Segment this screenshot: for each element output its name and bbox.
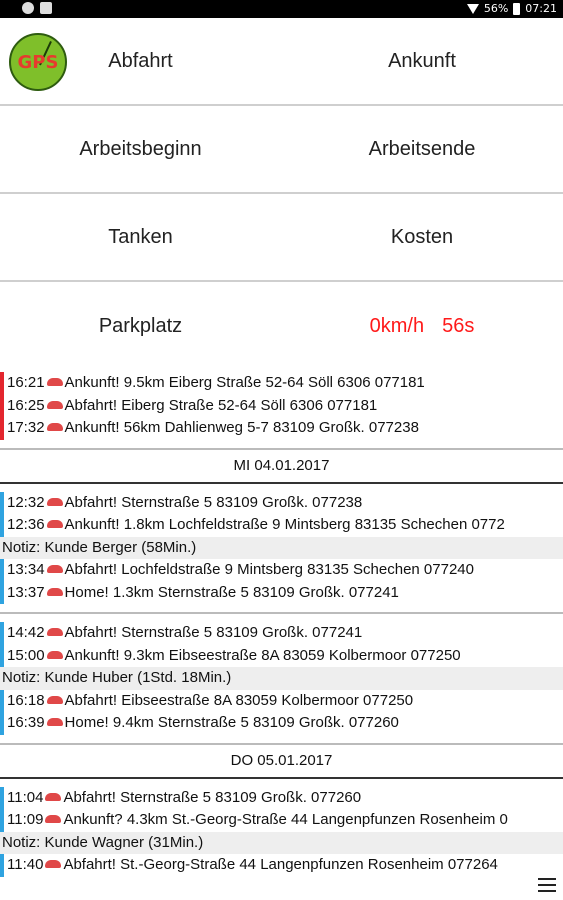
log-entry[interactable]: 16:18 Abfahrt! Eibseestraße 8A 83059 Kolb… [0,689,563,712]
log-time: 14:42 [7,624,45,641]
log-time: 11:40 [7,856,44,873]
log-entry[interactable]: 15:00 Ankunft! 9.3km Eibseestraße 8A 8305… [0,644,563,667]
log-entry[interactable]: 12:32 Abfahrt! Sternstraße 5 83109 Großk.… [0,491,563,514]
log-entry[interactable]: 13:34 Abfahrt! Lochfeldstraße 9 Mintsberg… [0,559,563,582]
log-time: 16:39 [7,714,45,731]
car-icon [46,423,63,431]
log-text: Home! 1.3km Sternstraße 5 83109 Großk. 0… [64,583,399,601]
status-right: 56% 07:21 [466,2,557,15]
car-icon [46,718,63,726]
log-text: Abfahrt! Sternstraße 5 83109 Großk. 0772… [64,493,363,511]
logo-text: GPS [17,51,59,73]
log-time: 13:37 [7,583,45,601]
grid-row-4: Parkplatz 0km/h 56s [0,282,563,370]
car-icon [46,650,63,659]
tanken-button[interactable]: Tanken [0,194,281,280]
log-text: Abfahrt! Sternstraße 5 83109 Großk. 0772… [63,788,362,806]
log-time: 11:09 [7,811,44,828]
speed-value: 0km/h [369,314,425,337]
speed-display: 0km/h 56s [281,282,563,370]
log-group: 11:04 Abfahrt! Sternstraße 5 83109 Großk.… [0,786,563,877]
car-icon [46,378,63,386]
log-time: 16:18 [7,691,45,709]
car-icon [46,400,63,409]
log-time: 17:32 [7,419,45,436]
log-note[interactable]: Notiz: Kunde Wagner (31Min.) [0,831,563,854]
divider [0,481,563,484]
car-icon [46,695,63,704]
divider [0,776,563,779]
log-note[interactable]: Notiz: Kunde Berger (58Min.) [0,536,563,559]
car-icon [45,815,62,823]
day-header: MI 04.01.2017 [233,456,330,474]
battery-percent: 56% [483,2,509,15]
log-group: 14:42 Abfahrt! Sternstraße 5 83109 Großk.… [0,622,563,735]
grid-row-1: GPS Abfahrt Ankunft [0,18,563,106]
status-bar: 56% 07:21 [0,0,563,18]
log-time: 16:25 [7,396,45,414]
car-icon [46,520,63,528]
log-entry[interactable]: 11:04 Abfahrt! Sternstraße 5 83109 Großk.… [0,786,563,809]
image-icon [40,2,52,14]
car-icon [45,792,62,801]
car-icon [46,497,63,506]
log-time: 13:34 [7,561,45,578]
log-time: 11:04 [7,788,44,806]
status-notifications [22,2,52,14]
log-entry[interactable]: 11:40 Abfahrt! St.-Georg-Straße 44 Langen… [0,854,563,877]
log-text: Home! 9.4km Sternstraße 5 83109 Großk. 0… [64,714,399,731]
log-time: 12:36 [7,516,45,533]
log-text: Ankunft! 56km Dahlienweg 5-7 83109 Großk… [64,419,419,436]
log-note[interactable]: Notiz: Kunde Huber (1Std. 18Min.) [0,667,563,690]
clock: 07:21 [525,2,557,15]
log-text: Ankunft? 4.3km St.-Georg-Straße 44 Lange… [63,811,508,828]
log-entry[interactable]: 11:09 Ankunft? 4.3km St.-Georg-Straße 44 … [0,809,563,832]
car-icon [46,565,63,573]
log-text: Ankunft! 1.8km Lochfeldstraße 9 Mintsber… [64,516,505,533]
arbeitsbeginn-button[interactable]: Arbeitsbeginn [0,106,281,192]
car-icon [46,587,63,596]
log-entry[interactable]: 13:37 Home! 1.3km Sternstraße 5 83109 Gro… [0,581,563,604]
log-time: 12:32 [7,493,45,511]
grid-row-3: Tanken Kosten [0,194,563,282]
trip-log[interactable]: 16:21 Ankunft! 9.5km Eiberg Straße 52-64 … [0,372,563,877]
notification-icon [22,2,34,14]
log-entry[interactable]: 14:42 Abfahrt! Sternstraße 5 83109 Großk.… [0,622,563,645]
wifi-icon [466,3,479,14]
elapsed-time: 56s [442,314,475,337]
log-entry[interactable]: 16:39 Home! 9.4km Sternstraße 5 83109 Gro… [0,712,563,735]
log-time: 16:21 [7,374,45,391]
battery-icon [513,2,521,15]
menu-icon[interactable] [538,878,556,892]
log-entry[interactable]: 17:32 Ankunft! 56km Dahlienweg 5-7 83109 … [0,417,563,440]
kosten-button[interactable]: Kosten [281,194,563,280]
action-grid: GPS Abfahrt Ankunft Arbeitsbeginn Arbeit… [0,18,563,370]
log-text: Abfahrt! Eiberg Straße 52-64 Söll 6306 0… [64,396,378,414]
log-text: Abfahrt! St.-Georg-Straße 44 Langenpfunz… [63,856,498,873]
car-icon [46,628,63,636]
log-time: 15:00 [7,646,45,664]
day-header: DO 05.01.2017 [230,751,333,769]
log-entry[interactable]: 16:25 Abfahrt! Eiberg Straße 52-64 Söll 6… [0,394,563,417]
ankunft-button[interactable]: Ankunft [281,18,563,104]
car-icon [45,860,62,868]
log-text: Abfahrt! Lochfeldstraße 9 Mintsberg 8313… [64,561,474,578]
log-text: Abfahrt! Sternstraße 5 83109 Großk. 0772… [64,624,363,641]
log-text: Abfahrt! Eibseestraße 8A 83059 Kolbermoo… [64,691,414,709]
log-group-top: 16:21 Ankunft! 9.5km Eiberg Straße 52-64 … [0,372,563,440]
log-group: 12:32 Abfahrt! Sternstraße 5 83109 Großk.… [0,491,563,604]
log-text: Ankunft! 9.3km Eibseestraße 8A 83059 Kol… [64,646,461,664]
grid-row-2: Arbeitsbeginn Arbeitsende [0,106,563,194]
log-entry[interactable]: 12:36 Ankunft! 1.8km Lochfeldstraße 9 Min… [0,514,563,537]
log-text: Ankunft! 9.5km Eiberg Straße 52-64 Söll … [64,374,425,391]
arbeitsende-button[interactable]: Arbeitsende [281,106,563,192]
parkplatz-button[interactable]: Parkplatz [0,282,281,370]
log-entry[interactable]: 16:21 Ankunft! 9.5km Eiberg Straße 52-64 … [0,372,563,395]
